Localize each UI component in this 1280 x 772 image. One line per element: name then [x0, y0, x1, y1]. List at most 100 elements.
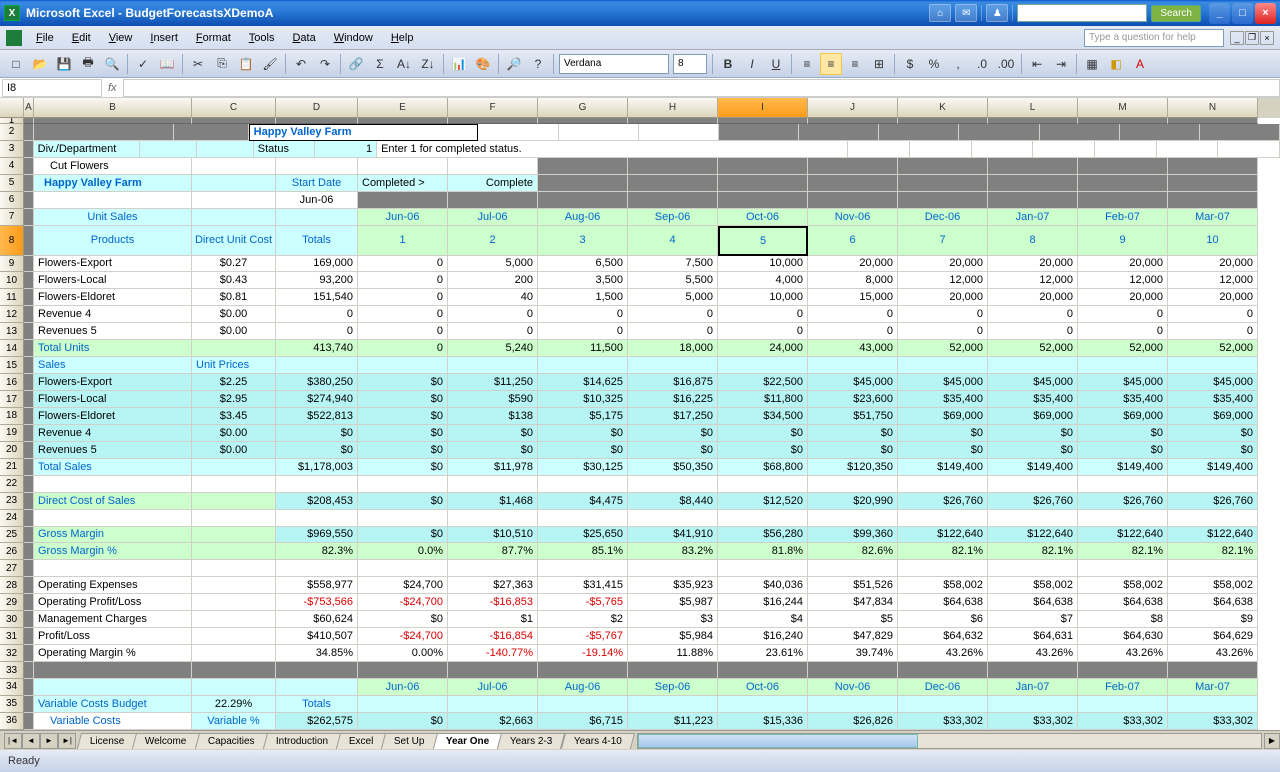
chart-icon[interactable]: 📊	[448, 53, 470, 75]
cell-H14[interactable]: 18,000	[628, 340, 718, 357]
cell-K11[interactable]: 20,000	[898, 289, 988, 306]
cell-G31[interactable]: -$5,767	[538, 628, 628, 645]
cell-I16[interactable]: $22,500	[718, 374, 808, 391]
sort-desc-icon[interactable]: Z↓	[417, 53, 439, 75]
cell-L25[interactable]: $122,640	[988, 527, 1078, 544]
menu-insert[interactable]: Insert	[142, 29, 186, 47]
cell-I9[interactable]: 10,000	[718, 256, 808, 273]
row-header-9[interactable]: 9	[0, 256, 24, 273]
col-header-H[interactable]: H	[628, 98, 718, 118]
cell-K9[interactable]: 20,000	[898, 256, 988, 273]
formula-bar[interactable]	[123, 79, 1280, 97]
cell-E32[interactable]: 0.00%	[358, 645, 448, 662]
cell-H33[interactable]	[628, 662, 718, 679]
cell-E10[interactable]: 0	[358, 272, 448, 289]
cell-G26[interactable]: 85.1%	[538, 543, 628, 560]
cell-N32[interactable]: 43.26%	[1168, 645, 1258, 662]
cell-I31[interactable]: $16,240	[718, 628, 808, 645]
cell-K12[interactable]: 0	[898, 306, 988, 323]
cell-G27[interactable]	[538, 560, 628, 577]
row-header-29[interactable]: 29	[0, 594, 24, 611]
cell-D8[interactable]: Totals	[276, 226, 358, 256]
col-header-N[interactable]: N	[1168, 98, 1258, 118]
cell-F3[interactable]: 1	[315, 141, 377, 158]
row-header-14[interactable]: 14	[0, 340, 24, 357]
cell-I15[interactable]	[718, 357, 808, 374]
cell-L26[interactable]: 82.1%	[988, 543, 1078, 560]
cell-E5[interactable]: Completed >	[358, 175, 448, 192]
doc-restore-button[interactable]: ❐	[1245, 31, 1259, 45]
cell-G2[interactable]	[639, 124, 719, 141]
cell-J20[interactable]: $0	[808, 442, 898, 459]
cell-C3[interactable]	[140, 141, 198, 158]
cell-E9[interactable]: 0	[358, 256, 448, 273]
cell-C32[interactable]	[192, 645, 276, 662]
cell-J12[interactable]: 0	[808, 306, 898, 323]
tab-next-button[interactable]: ►	[40, 733, 58, 749]
cell-L17[interactable]: $35,400	[988, 391, 1078, 408]
cell-L3[interactable]	[1095, 141, 1157, 158]
cell-J7[interactable]: Nov-06	[808, 209, 898, 226]
cell-C10[interactable]: $0.43	[192, 272, 276, 289]
cell-F4[interactable]	[448, 158, 538, 175]
cell-G30[interactable]: $2	[538, 611, 628, 628]
tb-person-icon[interactable]: ♟	[986, 4, 1008, 22]
cell-L27[interactable]	[988, 560, 1078, 577]
cell-L32[interactable]: 43.26%	[988, 645, 1078, 662]
fill-color-icon[interactable]: ◧	[1105, 53, 1127, 75]
cell-J36[interactable]: $26,826	[808, 713, 898, 730]
row-header-25[interactable]: 25	[0, 527, 24, 544]
cell-C11[interactable]: $0.81	[192, 289, 276, 306]
cell-E6[interactable]	[358, 192, 448, 209]
cell-K32[interactable]: 43.26%	[898, 645, 988, 662]
cell-H18[interactable]: $17,250	[628, 408, 718, 425]
row-header-15[interactable]: 15	[0, 357, 24, 374]
cell-M7[interactable]: Feb-07	[1078, 209, 1168, 226]
tb-home-icon[interactable]: ⌂	[929, 4, 951, 22]
cell-M12[interactable]: 0	[1078, 306, 1168, 323]
cell-N8[interactable]: 10	[1168, 226, 1258, 256]
title-search-input[interactable]	[1017, 4, 1147, 22]
cell-E30[interactable]: $0	[358, 611, 448, 628]
cell-D20[interactable]: $0	[276, 442, 358, 459]
cell-E27[interactable]	[358, 560, 448, 577]
cell-F11[interactable]: 40	[448, 289, 538, 306]
cell-M13[interactable]: 0	[1078, 323, 1168, 340]
cell-F20[interactable]: $0	[448, 442, 538, 459]
cell-I35[interactable]	[718, 696, 808, 713]
row-header-23[interactable]: 23	[0, 493, 24, 510]
new-icon[interactable]: □	[5, 53, 27, 75]
redo-icon[interactable]: ↷	[314, 53, 336, 75]
cell-N14[interactable]: 52,000	[1168, 340, 1258, 357]
cell-I10[interactable]: 4,000	[718, 272, 808, 289]
cell-I22[interactable]	[718, 476, 808, 493]
cell-M6[interactable]	[1078, 192, 1168, 209]
name-box[interactable]: I8	[2, 79, 102, 97]
cell-F8[interactable]: 2	[448, 226, 538, 256]
cell-E4[interactable]	[358, 158, 448, 175]
cell-A26[interactable]	[24, 543, 34, 560]
cell-A8[interactable]	[24, 226, 34, 256]
cell-K35[interactable]	[898, 696, 988, 713]
cell-K8[interactable]: 7	[898, 226, 988, 256]
cell-E14[interactable]: 0	[358, 340, 448, 357]
cell-D9[interactable]: 169,000	[276, 256, 358, 273]
cell-A20[interactable]	[24, 442, 34, 459]
cell-G32[interactable]: -19.14%	[538, 645, 628, 662]
cell-A12[interactable]	[24, 306, 34, 323]
cell-L28[interactable]: $58,002	[988, 577, 1078, 594]
cell-N11[interactable]: 20,000	[1168, 289, 1258, 306]
cell-I11[interactable]: 10,000	[718, 289, 808, 306]
row-header-22[interactable]: 22	[0, 476, 24, 493]
cell-M17[interactable]: $35,400	[1078, 391, 1168, 408]
row-header-26[interactable]: 26	[0, 543, 24, 560]
cell-N18[interactable]: $69,000	[1168, 408, 1258, 425]
cell-N4[interactable]	[1168, 158, 1258, 175]
cell-G11[interactable]: 1,500	[538, 289, 628, 306]
cell-G8[interactable]: 3	[538, 226, 628, 256]
cell-G14[interactable]: 11,500	[538, 340, 628, 357]
cell-J35[interactable]	[808, 696, 898, 713]
cell-A32[interactable]	[24, 645, 34, 662]
cell-J16[interactable]: $45,000	[808, 374, 898, 391]
col-header-A[interactable]: A	[24, 98, 34, 118]
